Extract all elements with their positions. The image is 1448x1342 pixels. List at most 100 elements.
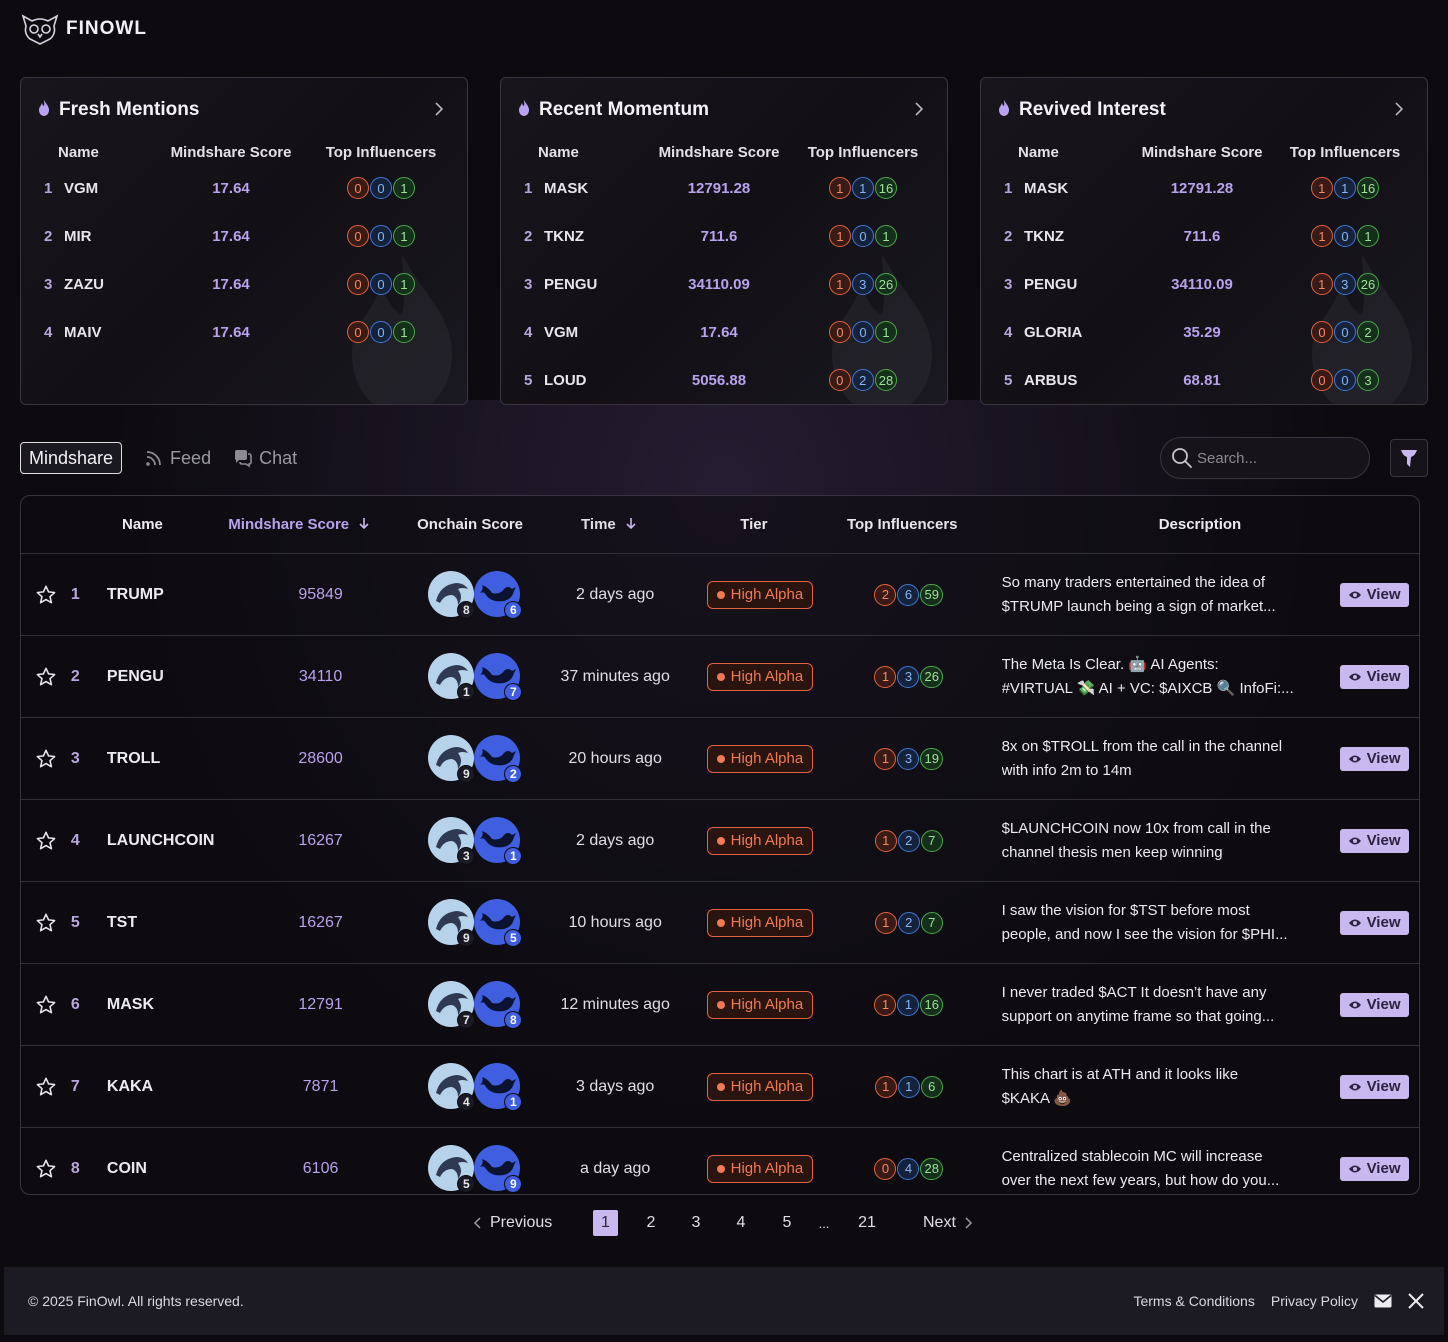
onchain-score: 1 7 xyxy=(410,652,540,701)
mindshare-score: 711.6 xyxy=(1183,227,1221,245)
next-button[interactable]: Next xyxy=(923,1210,974,1236)
list-item[interactable]: 4 GLORIA 35.29 0 0 2 xyxy=(981,308,1427,356)
influencer-count-red: 1 xyxy=(1310,177,1333,199)
influencer-badges: 0 0 1 xyxy=(319,177,443,199)
view-button[interactable]: View xyxy=(1339,664,1409,689)
list-item[interactable]: 5 ARBUS 68.81 0 0 3 xyxy=(981,356,1427,404)
mindshare-score: 16267 xyxy=(298,831,343,849)
list-item[interactable]: 2 TKNZ 711.6 1 0 1 xyxy=(981,212,1427,260)
col-score: Mindshare Score xyxy=(658,143,780,161)
influencer-count-blue: 0 xyxy=(1334,321,1356,343)
description-line: with info 2m to 14m xyxy=(1001,761,1132,779)
list-item[interactable]: 1 MASK 12791.28 1 1 16 xyxy=(981,164,1427,212)
list-item[interactable]: 1 VGM 17.64 0 0 1 xyxy=(21,164,467,212)
rank: 1 xyxy=(524,179,533,197)
page-3[interactable]: 3 xyxy=(683,1210,709,1236)
tab-chat[interactable]: Chat xyxy=(233,442,297,474)
view-button[interactable]: View xyxy=(1339,1156,1409,1181)
influencer-count-red: 2 xyxy=(874,583,897,606)
col-influencers: Top Influencers xyxy=(807,143,919,161)
col-mindshare[interactable]: Mindshare Score xyxy=(194,516,405,533)
list-item[interactable]: 2 TKNZ 711.6 1 0 1 xyxy=(501,212,947,260)
chevron-right-icon[interactable] xyxy=(431,100,447,118)
page-21[interactable]: 21 xyxy=(852,1210,882,1236)
tab-mindshare[interactable]: Mindshare xyxy=(20,442,123,474)
page-2[interactable]: 2 xyxy=(638,1210,664,1236)
table-header: Name Mindshare Score Onchain Score Time … xyxy=(21,496,1419,554)
table-row[interactable]: 3 TROLL 28600 9 2 20 hours ago High Alph… xyxy=(21,718,1419,800)
table-row[interactable]: 2 PENGU 34110 1 7 37 minutes ago High Al… xyxy=(21,636,1419,718)
page-5[interactable]: 5 xyxy=(774,1210,800,1236)
chevron-right-icon[interactable] xyxy=(911,100,927,118)
favorite-button[interactable] xyxy=(21,584,71,606)
view-button[interactable]: View xyxy=(1339,582,1409,607)
description: I saw the vision for $TST before most pe… xyxy=(988,899,1330,947)
rank: 2 xyxy=(44,227,53,245)
dolphin-count: 1 xyxy=(457,682,476,701)
col-name: Name xyxy=(58,143,99,161)
chevron-left-icon xyxy=(473,1217,481,1229)
mail-icon[interactable] xyxy=(1374,1294,1392,1308)
influencer-count-red: 0 xyxy=(1311,369,1333,391)
filter-button[interactable] xyxy=(1390,439,1428,477)
favorite-button[interactable] xyxy=(21,830,71,852)
influencer-badges: 1 1 16 xyxy=(801,177,925,199)
flame-icon xyxy=(37,99,51,122)
col-time[interactable]: Time xyxy=(535,516,684,533)
col-onchain[interactable]: Onchain Score xyxy=(405,516,534,533)
list-item[interactable]: 1 MASK 12791.28 1 1 16 xyxy=(501,164,947,212)
page-1[interactable]: 1 xyxy=(593,1210,618,1236)
table-row[interactable]: 6 MASK 12791 7 8 12 minutes ago High Alp… xyxy=(21,964,1419,1046)
favorite-button[interactable] xyxy=(21,912,71,934)
tab-label: Chat xyxy=(259,447,298,468)
star-icon xyxy=(36,913,56,931)
view-label: View xyxy=(1366,668,1401,685)
influencer-count-red: 0 xyxy=(874,1157,897,1180)
view-label: View xyxy=(1366,750,1401,767)
favorite-button[interactable] xyxy=(21,666,71,688)
list-item[interactable]: 4 VGM 17.64 0 0 1 xyxy=(501,308,947,356)
description-line: over the next few years, but how do you.… xyxy=(1001,1171,1280,1189)
list-item[interactable]: 3 ZAZU 17.64 0 0 1 xyxy=(21,260,467,308)
description-line: #VIRTUAL 💸 AI + VC: $AIXCB 🔍 InfoFi:... xyxy=(1001,679,1294,697)
list-item[interactable]: 5 LOUD 5056.88 0 2 28 xyxy=(501,356,947,404)
view-button[interactable]: View xyxy=(1339,992,1409,1017)
view-button[interactable]: View xyxy=(1339,1074,1409,1099)
token-name: MIR xyxy=(64,227,92,245)
search-input[interactable] xyxy=(1197,449,1357,467)
mindshare-score: 34110 xyxy=(298,667,343,685)
table-row[interactable]: 5 TST 16267 9 5 10 hours ago High Alpha … xyxy=(21,882,1419,964)
view-button[interactable]: View xyxy=(1339,910,1409,935)
card-header: Revived Interest xyxy=(997,98,1411,122)
list-item[interactable]: 3 PENGU 34110.09 1 3 26 xyxy=(501,260,947,308)
list-item[interactable]: 2 MIR 17.64 0 0 1 xyxy=(21,212,467,260)
brand-logo[interactable]: FINOWL xyxy=(20,12,147,46)
table-row[interactable]: 4 LAUNCHCOIN 16267 3 1 2 days ago High A… xyxy=(21,800,1419,882)
mindshare-score: 12791.28 xyxy=(687,179,751,197)
view-button[interactable]: View xyxy=(1339,746,1409,771)
favorite-button[interactable] xyxy=(21,1076,71,1098)
favorite-button[interactable] xyxy=(21,748,71,770)
tier-label: High Alpha xyxy=(730,914,804,931)
table-row[interactable]: 7 KAKA 7871 4 1 3 days ago High Alpha 1 … xyxy=(21,1046,1419,1128)
tab-feed[interactable]: Feed xyxy=(144,442,211,474)
privacy-link[interactable]: Privacy Policy xyxy=(1271,1293,1358,1309)
view-button[interactable]: View xyxy=(1339,828,1409,853)
favorite-button[interactable] xyxy=(21,1158,71,1180)
x-icon[interactable] xyxy=(1408,1293,1424,1309)
page-4[interactable]: 4 xyxy=(728,1210,754,1236)
mindshare-score: 5056.88 xyxy=(691,371,747,389)
token-name: PENGU xyxy=(106,667,164,685)
previous-button[interactable]: Previous xyxy=(472,1210,552,1236)
table-row[interactable]: 1 TRUMP 95849 8 6 2 days ago High Alpha … xyxy=(21,554,1419,636)
favorite-button[interactable] xyxy=(21,994,71,1016)
list-item[interactable]: 3 PENGU 34110.09 1 3 26 xyxy=(981,260,1427,308)
eye-icon xyxy=(1348,1001,1361,1008)
list-item[interactable]: 4 MAIV 17.64 0 0 1 xyxy=(21,308,467,356)
chevron-right-icon[interactable] xyxy=(1391,100,1407,118)
table-row[interactable]: 8 COIN 6106 5 9 a day ago High Alpha 0 4… xyxy=(21,1128,1419,1194)
influencer-count-green: 26 xyxy=(1356,273,1380,295)
terms-link[interactable]: Terms & Conditions xyxy=(1133,1293,1254,1309)
whale-count: 1 xyxy=(504,846,523,865)
col-name[interactable]: Name xyxy=(91,516,195,533)
